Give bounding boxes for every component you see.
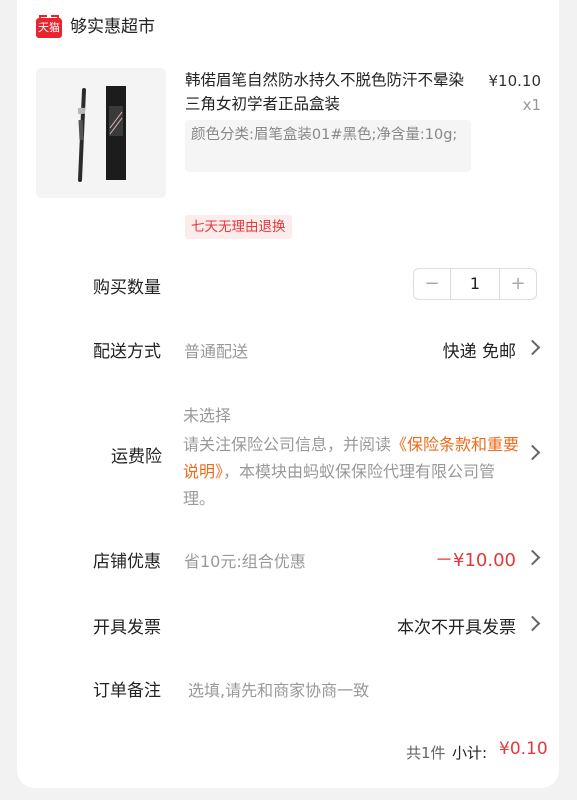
shop-discount-desc: 省10元:组合优惠	[184, 552, 306, 571]
insurance-text-after: ，本模块由蚂蚁保保险代理有限公司管理。	[183, 462, 496, 508]
product-title[interactable]: 韩偌眉笔自然防水持久不脱色防汗不晕染三角女初学者正品盒装	[185, 68, 475, 116]
product-sku[interactable]: 颜色分类:眉笔盒装01#黑色;净含量:10g;	[185, 120, 471, 172]
delivery-label: 配送方式	[93, 342, 161, 362]
increase-button[interactable]: +	[500, 269, 536, 299]
product-image[interactable]	[36, 68, 166, 198]
insurance-description: 请关注保险公司信息，并阅读《保险条款和重要说明》，本模块由蚂蚁保保险代理有限公司…	[183, 431, 523, 512]
quantity-stepper: − 1 +	[413, 268, 537, 300]
insurance-label: 运费险	[111, 447, 162, 467]
product-quantity: x1	[522, 96, 541, 114]
shop-discount-value[interactable]: －¥10.00	[435, 546, 516, 572]
subtotal-label: 小计:	[452, 744, 488, 762]
product-price: ¥10.10	[488, 72, 542, 90]
order-note-label: 订单备注	[93, 681, 161, 701]
invoice-label: 开具发票	[93, 618, 161, 638]
quantity-input[interactable]: 1	[450, 269, 500, 299]
decrease-button[interactable]: −	[414, 269, 450, 299]
eyebrow-pencil-image	[36, 68, 166, 198]
quantity-label: 购买数量	[93, 278, 161, 298]
invoice-value[interactable]: 本次不开具发票	[397, 613, 516, 638]
return-policy-badge: 七天无理由退换	[185, 215, 292, 239]
shop-discount-label: 店铺优惠	[93, 552, 161, 572]
order-note-input[interactable]: 选填,请先和商家协商一致	[188, 677, 369, 701]
store-name[interactable]: 够实惠超市	[70, 15, 155, 39]
subtotal-value: ¥0.10	[499, 739, 548, 759]
insurance-text: 请关注保险公司信息，并阅读	[183, 435, 392, 454]
delivery-type: 普通配送	[184, 342, 249, 361]
insurance-status: 未选择	[183, 406, 232, 425]
item-count: 共1件	[406, 744, 446, 762]
delivery-value[interactable]: 快递 免邮	[443, 337, 516, 362]
tmall-logo-icon: 天猫	[36, 15, 62, 38]
